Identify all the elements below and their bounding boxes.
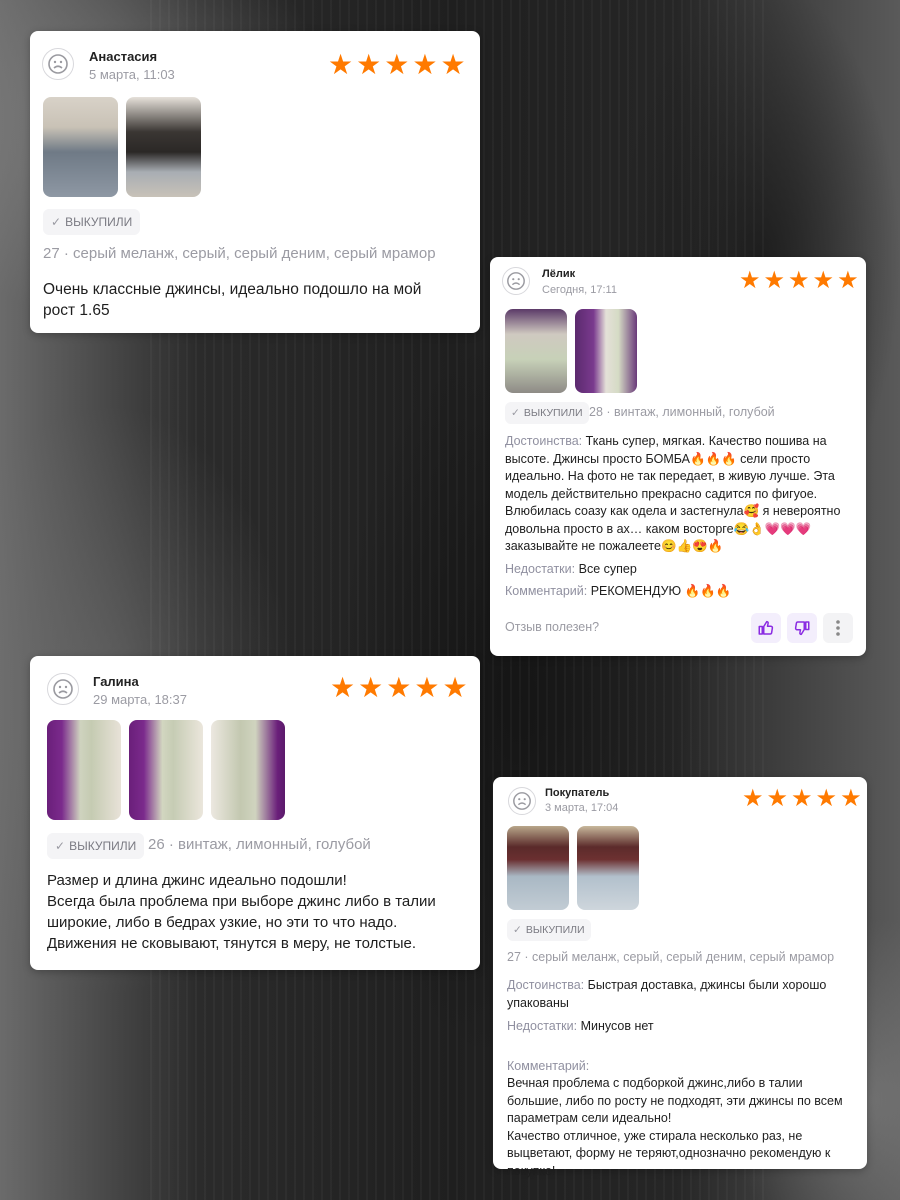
star-icon: ★: [358, 672, 384, 703]
review-photo[interactable]: [507, 826, 569, 910]
review-photos: [43, 97, 201, 197]
review-pros: Достоинства: Ткань супер, мягкая. Качест…: [505, 433, 855, 556]
reviewer-name: Анастасия: [89, 49, 158, 64]
review-photos: [47, 720, 285, 820]
review-text: Размер и длина джинс идеально подошли! В…: [47, 872, 436, 952]
pros-text: Ткань супер, мягкая. Качество пошива на …: [505, 434, 841, 553]
review-date: 29 марта, 18:37: [93, 692, 187, 707]
star-icon: ★: [837, 267, 859, 294]
thumbs-down-icon[interactable]: [787, 613, 817, 643]
reviewer-name: Галина: [93, 674, 139, 689]
purchased-badge-label: ВЫКУПИЛИ: [523, 407, 583, 419]
star-icon: ★: [742, 785, 764, 812]
review-date: Сегодня, 17:11: [542, 284, 617, 296]
check-icon: ✓: [511, 407, 520, 419]
review-comment: Комментарий: РЕКОМЕНДУЮ 🔥🔥🔥: [505, 583, 855, 600]
reviewer-name: Лёлик: [542, 268, 576, 280]
star-icon: ★: [815, 785, 838, 812]
star-icon: ★: [739, 267, 761, 294]
star-icon: ★: [791, 785, 813, 812]
review-card: Покупатель 3 марта, 17:04 ★ ★ ★ ★ ★ ✓ ВЫ…: [493, 777, 867, 1178]
more-vertical-icon[interactable]: [823, 613, 853, 643]
review-card: Анастасия 5 марта, 11:03 ★ ★ ★ ★ ★ ✓ ВЫК…: [30, 31, 480, 333]
review-photo[interactable]: [129, 720, 203, 820]
rating-stars: ★ ★ ★ ★ ★: [330, 674, 468, 702]
purchased-badge: ✓ ВЫКУПИЛИ: [505, 402, 589, 424]
star-icon: ★: [440, 49, 466, 80]
comment-label: Комментарий:: [507, 1058, 590, 1073]
cons-text: Все супер: [578, 562, 637, 576]
review-photos: [507, 826, 639, 910]
star-icon: ★: [356, 49, 382, 80]
review-pros: Достоинства: Быстрая доставка, джинсы бы…: [507, 977, 857, 1012]
star-icon: ★: [328, 49, 354, 80]
sad-face-icon: [42, 48, 74, 80]
review-photo[interactable]: [575, 309, 637, 393]
review-photo[interactable]: [505, 309, 567, 393]
comment-text: РЕКОМЕНДУЮ 🔥🔥🔥: [590, 584, 732, 598]
rating-stars: ★ ★ ★ ★ ★: [328, 51, 466, 79]
pros-label: Достоинства:: [507, 978, 585, 992]
star-icon: ★: [788, 267, 810, 294]
variant-info: 27 · серый меланж, серый, серый деним, с…: [507, 950, 835, 964]
review-photo[interactable]: [211, 720, 285, 820]
pros-label: Достоинства:: [505, 434, 583, 448]
review-comment: Комментарий: Вечная проблема с подборкой…: [507, 1040, 857, 1180]
star-icon: ★: [414, 672, 440, 703]
star-icon: ★: [442, 672, 468, 703]
review-date: 5 марта, 11:03: [89, 67, 175, 82]
feedback-actions: [745, 613, 853, 643]
rating-stars: ★ ★ ★ ★ ★: [739, 269, 859, 293]
purchased-badge: ✓ ВЫКУПИЛИ: [43, 209, 141, 235]
check-icon: ✓: [513, 924, 522, 936]
sad-face-icon: [502, 267, 530, 295]
review-text: Очень классные джинсы, идеально подошло …: [43, 281, 422, 319]
star-icon: ★: [330, 672, 356, 703]
variant-info: 27 · серый меланж, серый, серый деним, с…: [43, 245, 436, 262]
review-photo[interactable]: [577, 826, 639, 910]
star-icon: ★: [386, 672, 412, 703]
variant-info: 26 · винтаж, лимонный, голубой: [148, 836, 371, 853]
thumbs-up-icon[interactable]: [751, 613, 781, 643]
check-icon: ✓: [51, 215, 62, 229]
variant-info: 28 · винтаж, лимонный, голубой: [589, 405, 775, 419]
comment-label: Комментарий:: [505, 584, 588, 598]
star-icon: ★: [384, 49, 410, 80]
reviewer-name: Покупатель: [545, 787, 610, 799]
star-icon: ★: [840, 785, 862, 812]
sad-face-icon: [47, 673, 79, 705]
purchased-badge-label: ВЫКУПИЛИ: [65, 215, 133, 229]
purchased-badge-label: ВЫКУПИЛИ: [69, 839, 137, 853]
review-card: Галина 29 марта, 18:37 ★ ★ ★ ★ ★ ✓ ВЫКУП…: [30, 656, 480, 970]
purchased-badge-label: ВЫКУПИЛИ: [525, 924, 585, 936]
purchased-badge: ✓ ВЫКУПИЛИ: [507, 919, 591, 941]
review-cons: Недостатки: Минусов нет: [507, 1018, 857, 1035]
review-photo[interactable]: [47, 720, 121, 820]
purchased-badge: ✓ ВЫКУПИЛИ: [47, 833, 145, 859]
review-cons: Недостатки: Все супер: [505, 561, 855, 578]
cons-label: Недостатки:: [507, 1019, 578, 1033]
star-icon: ★: [812, 267, 835, 294]
review-photos: [505, 309, 637, 393]
star-icon: ★: [766, 785, 789, 812]
review-photo[interactable]: [43, 97, 118, 197]
helpful-question: Отзыв полезен?: [505, 620, 600, 634]
review-photo[interactable]: [126, 97, 201, 197]
star-icon: ★: [763, 267, 786, 294]
rating-stars: ★ ★ ★ ★ ★: [742, 787, 862, 811]
review-card: Лёлик Сегодня, 17:11 ★ ★ ★ ★ ★ ✓ ВЫКУПИЛ…: [490, 257, 866, 656]
cons-text: Минусов нет: [580, 1019, 654, 1033]
sad-face-icon: [508, 787, 536, 815]
star-icon: ★: [412, 49, 438, 80]
review-date: 3 марта, 17:04: [545, 802, 619, 814]
cons-label: Недостатки:: [505, 562, 576, 576]
comment-text: Вечная проблема с подборкой джинс,либо в…: [507, 1076, 843, 1178]
check-icon: ✓: [55, 839, 66, 853]
